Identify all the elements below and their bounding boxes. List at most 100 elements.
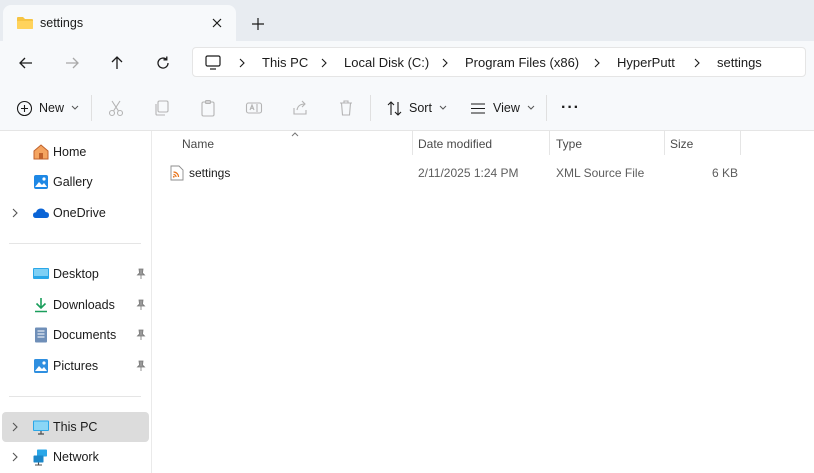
- breadcrumb-settings[interactable]: settings: [717, 55, 762, 70]
- chevron-right-icon[interactable]: [319, 57, 329, 69]
- sidebar-item-label: Downloads: [53, 298, 115, 312]
- xml-file-icon: [170, 165, 184, 181]
- chevron-down-icon: [71, 105, 79, 110]
- tab-title: settings: [40, 16, 84, 30]
- network-icon: [33, 449, 47, 466]
- sidebar-item-gallery[interactable]: Gallery: [2, 167, 149, 197]
- sidebar-item-home[interactable]: Home: [2, 137, 149, 167]
- view-button-label: View: [493, 101, 520, 115]
- column-header-type[interactable]: Type: [556, 137, 582, 151]
- column-divider[interactable]: [549, 131, 550, 155]
- rename-button[interactable]: [245, 97, 263, 119]
- sidebar-item-label: OneDrive: [53, 206, 106, 220]
- clipboard-icon: [201, 99, 215, 117]
- desktop-icon: [33, 268, 49, 279]
- chevron-right-icon[interactable]: [11, 422, 19, 432]
- address-bar[interactable]: This PC Local Disk (C:) Program Files (x…: [192, 47, 806, 77]
- close-icon[interactable]: [209, 15, 225, 31]
- chevron-right-icon[interactable]: [237, 57, 247, 69]
- divider: [91, 95, 92, 121]
- sidebar-item-desktop[interactable]: Desktop: [2, 259, 149, 289]
- column-header-size[interactable]: Size: [670, 137, 693, 151]
- sidebar-item-documents[interactable]: Documents: [2, 320, 149, 350]
- home-icon: [33, 144, 49, 160]
- new-button[interactable]: New: [16, 97, 80, 119]
- paste-button[interactable]: [199, 97, 217, 119]
- more-options-icon: ···: [561, 99, 580, 116]
- sidebar-item-label: Documents: [53, 328, 117, 342]
- breadcrumb-program-files[interactable]: Program Files (x86): [465, 55, 579, 70]
- plus-icon[interactable]: [250, 16, 266, 32]
- breadcrumb-local-disk[interactable]: Local Disk (C:): [344, 55, 429, 70]
- delete-button[interactable]: [337, 97, 355, 119]
- sidebar-item-label: Pictures: [53, 359, 99, 373]
- column-divider[interactable]: [664, 131, 665, 155]
- rename-icon: [245, 102, 263, 114]
- chevron-down-icon: [439, 105, 447, 110]
- divider: [9, 243, 141, 244]
- pin-icon[interactable]: [136, 360, 146, 372]
- file-date-modified: 2/11/2025 1:24 PM: [418, 166, 519, 180]
- chevron-right-icon[interactable]: [692, 57, 702, 69]
- column-header-name[interactable]: Name: [182, 137, 214, 151]
- divider: [370, 95, 371, 121]
- sidebar-item-onedrive[interactable]: OneDrive: [2, 198, 149, 228]
- column-header-date[interactable]: Date modified: [418, 137, 492, 151]
- sidebar-item-label: Home: [53, 145, 87, 159]
- sidebar-item-label: Desktop: [53, 267, 99, 281]
- file-size: 6 KB: [712, 166, 739, 180]
- chevron-right-icon[interactable]: [440, 57, 450, 69]
- arrow-up-icon[interactable]: [107, 53, 127, 73]
- divider: [9, 396, 141, 397]
- share-icon: [293, 100, 307, 115]
- sidebar-item-label: Network: [53, 450, 99, 464]
- sidebar-item-label: Gallery: [53, 175, 93, 189]
- share-button[interactable]: [291, 97, 309, 119]
- cut-button[interactable]: [107, 97, 125, 119]
- sidebar-item-pictures[interactable]: Pictures: [2, 351, 149, 381]
- refresh-icon[interactable]: [153, 53, 173, 73]
- sort-button-label: Sort: [409, 101, 432, 115]
- pictures-icon: [34, 359, 48, 373]
- monitor-icon: [33, 420, 49, 435]
- chevron-right-icon[interactable]: [11, 208, 19, 218]
- breadcrumb-hyperputt[interactable]: HyperPutt: [617, 55, 675, 70]
- sort-icon: [387, 100, 402, 116]
- table-row[interactable]: settings 2/11/2025 1:24 PM XML Source Fi…: [166, 161, 746, 185]
- tab-settings[interactable]: settings: [3, 5, 236, 41]
- pin-icon[interactable]: [136, 299, 146, 311]
- column-divider[interactable]: [412, 131, 413, 155]
- documents-icon: [35, 327, 47, 343]
- navigation-bar: This PC Local Disk (C:) Program Files (x…: [0, 41, 814, 85]
- list-view-icon: [471, 102, 485, 114]
- view-button[interactable]: View: [469, 97, 536, 119]
- breadcrumb-this-pc[interactable]: This PC: [262, 55, 308, 70]
- new-button-label: New: [39, 101, 65, 115]
- sidebar-item-this-pc[interactable]: This PC: [2, 412, 149, 442]
- pin-icon[interactable]: [136, 268, 146, 280]
- monitor-icon[interactable]: [205, 55, 221, 70]
- file-name[interactable]: settings: [189, 166, 230, 180]
- file-list: Name Date modified Type Size settings 2/…: [152, 131, 814, 473]
- navigation-pane: Home Gallery OneDrive Desktop Downloads: [0, 131, 152, 473]
- download-icon: [35, 298, 47, 313]
- copy-icon: [155, 100, 169, 116]
- scissors-icon: [108, 100, 124, 117]
- arrow-right-icon[interactable]: [62, 53, 82, 73]
- chevron-right-icon[interactable]: [11, 452, 19, 462]
- plus-circle-icon: [16, 100, 33, 116]
- command-bar: New Sort View ···: [0, 85, 814, 131]
- gallery-icon: [34, 175, 48, 189]
- column-divider[interactable]: [740, 131, 741, 155]
- more-options-button[interactable]: ···: [561, 97, 580, 119]
- sidebar-item-network[interactable]: Network: [2, 442, 149, 472]
- sidebar-item-downloads[interactable]: Downloads: [2, 290, 149, 320]
- arrow-left-icon[interactable]: [16, 53, 36, 73]
- sort-button[interactable]: Sort: [386, 97, 448, 119]
- tab-strip: settings: [0, 0, 814, 46]
- pin-icon[interactable]: [136, 329, 146, 341]
- chevron-right-icon[interactable]: [592, 57, 602, 69]
- trash-icon: [340, 100, 352, 116]
- copy-button[interactable]: [153, 97, 171, 119]
- cloud-icon: [33, 208, 49, 218]
